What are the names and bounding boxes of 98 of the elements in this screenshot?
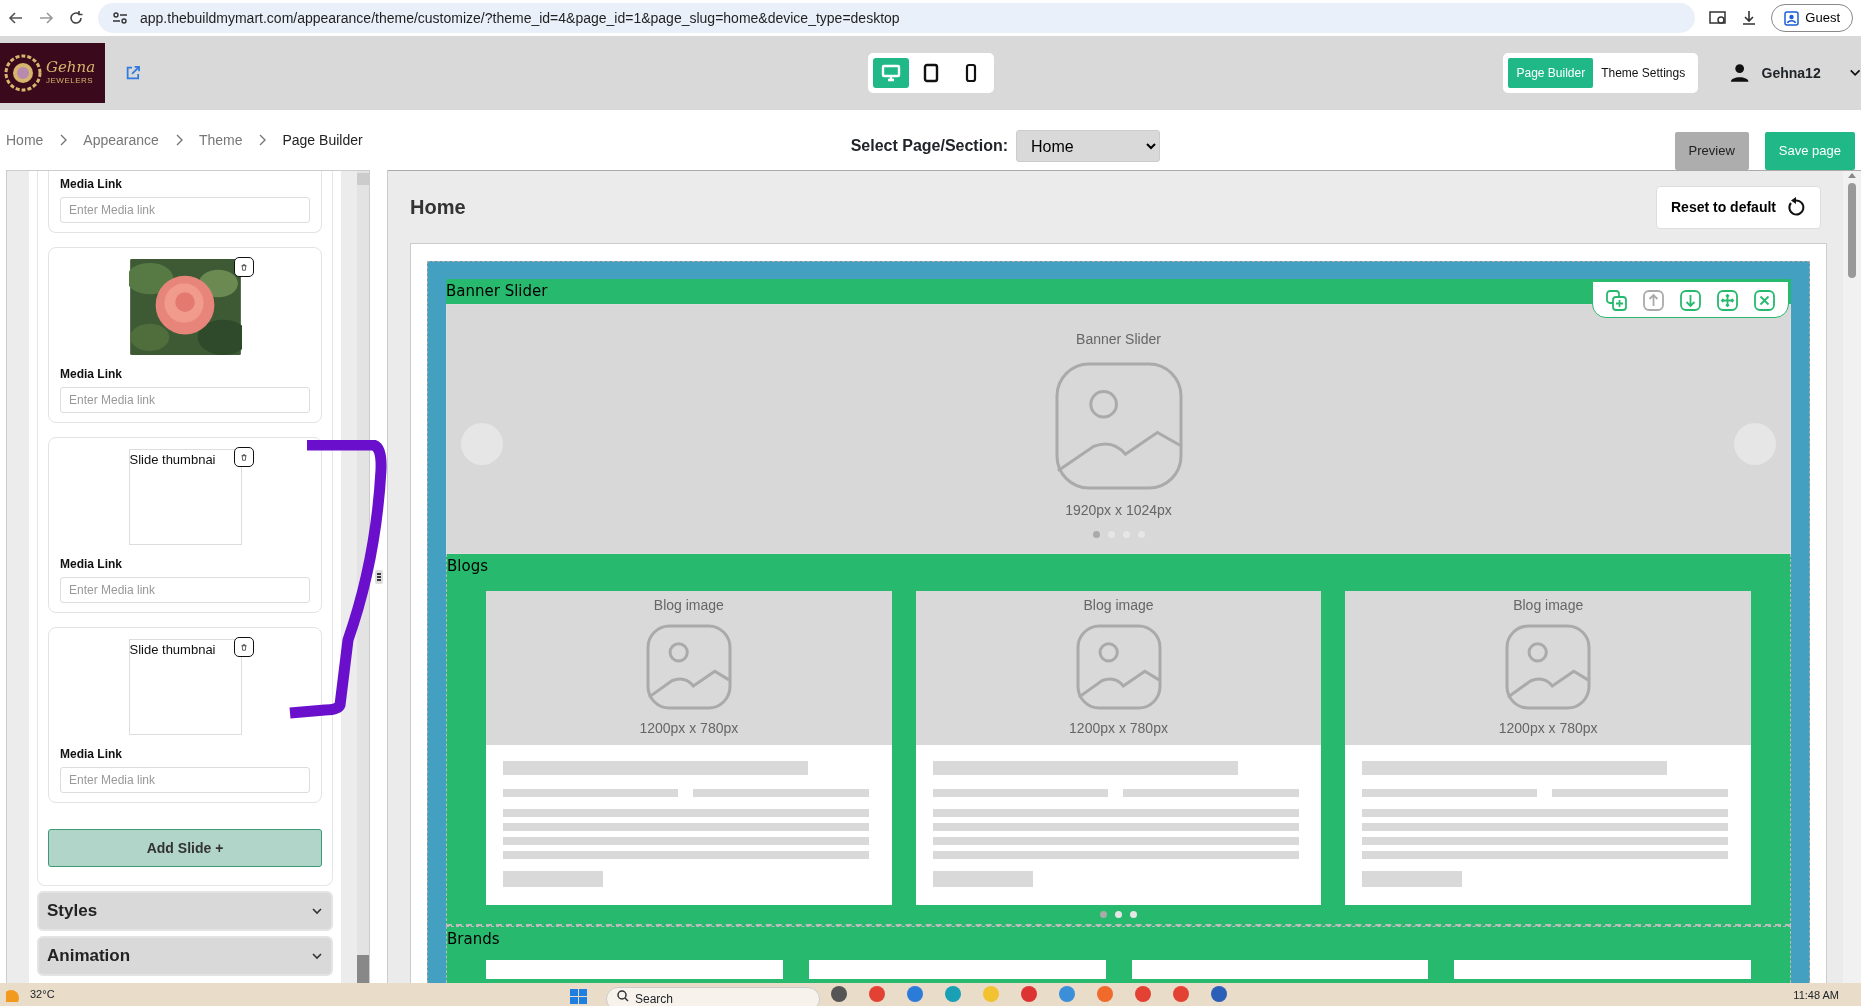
arrow-down-icon-button[interactable]	[1679, 288, 1702, 311]
app-icon[interactable]	[944, 985, 962, 1003]
page-select[interactable]: Home	[1016, 130, 1160, 162]
duplicate-icon	[1605, 289, 1628, 313]
mandala-icon	[4, 54, 42, 92]
scrollbar-thumb[interactable]	[1848, 183, 1856, 278]
media-link-field[interactable]: Enter Media link	[60, 197, 310, 223]
screen-search-icon[interactable]	[1709, 10, 1728, 26]
section-title: Banner Slider	[446, 281, 548, 302]
grip-icon	[376, 572, 381, 581]
close-icon	[1753, 289, 1776, 313]
move-icon-button[interactable]	[1716, 288, 1739, 311]
media-link-field[interactable]: Enter Media link	[60, 577, 310, 603]
chevron-right-icon	[258, 134, 267, 146]
move-icon	[1716, 289, 1739, 313]
delete-button[interactable]	[233, 447, 254, 467]
search-icon	[617, 990, 629, 1002]
broken-image: Slide thumbnai	[128, 449, 242, 545]
download-icon[interactable]	[1741, 10, 1758, 26]
page-title: Home	[410, 195, 466, 220]
search-placeholder: Search	[635, 991, 674, 1006]
banner-caption: Banner Slider	[1076, 330, 1161, 349]
app-icon[interactable]	[1134, 985, 1152, 1003]
breadcrumb-link[interactable]: Theme	[198, 129, 243, 151]
app-icon[interactable]	[868, 985, 886, 1003]
action-button[interactable]: Preview	[1674, 132, 1749, 170]
broken-image: Slide thumbnai	[128, 639, 242, 735]
reset-button[interactable]: Reset to default	[1656, 185, 1821, 229]
image-size-text: 1200px x 780px	[1498, 719, 1598, 738]
media-link-field[interactable]: Enter Media link	[60, 387, 310, 413]
user-icon	[1730, 62, 1750, 84]
accordion-header[interactable]: Styles	[37, 891, 333, 931]
image-size-text: 1200px x 780px	[1069, 719, 1168, 738]
weather-icon	[6, 987, 20, 1002]
app-icon[interactable]	[1058, 985, 1076, 1003]
weather-text: 32°C	[30, 987, 55, 1003]
arrow-down-icon	[1679, 289, 1702, 313]
arrow-up-icon	[1642, 289, 1665, 313]
app-icon[interactable]	[1096, 985, 1114, 1003]
field-label: Media Link	[60, 176, 123, 193]
duplicate-icon-button[interactable]	[1605, 288, 1628, 311]
field-label: Media Link	[60, 366, 123, 383]
scrollbar-thumb[interactable]	[357, 173, 369, 185]
slider-dot[interactable]	[1092, 531, 1100, 538]
accordion-header[interactable]: Animation	[37, 936, 333, 976]
image-size-text: 1920px x 1024px	[1065, 501, 1172, 520]
slider-dot[interactable]	[1130, 911, 1137, 918]
reset-icon	[1786, 197, 1806, 217]
slider-dot[interactable]	[1115, 911, 1122, 918]
image-size-text: 1200px x 780px	[639, 719, 739, 738]
image-placeholder-icon	[1505, 624, 1592, 710]
windows-icon[interactable]	[570, 989, 588, 1005]
media-link-field[interactable]: Enter Media link	[60, 767, 310, 793]
logo-name: Gehna	[46, 59, 96, 75]
image-placeholder-icon	[645, 624, 732, 710]
external-link-icon[interactable]	[124, 64, 141, 82]
chevron-right-icon	[59, 134, 68, 146]
desktop-icon	[881, 63, 902, 83]
site-settings-icon[interactable]	[112, 10, 128, 26]
accordion-title: Styles	[47, 900, 98, 923]
profile-button[interactable]: Guest	[1771, 4, 1853, 32]
app-icon[interactable]	[906, 985, 924, 1003]
profile-icon	[1784, 10, 1800, 26]
section-title: Blogs	[447, 556, 488, 577]
select-label: Select Page/Section:	[850, 136, 1008, 156]
app-icon[interactable]	[830, 985, 848, 1003]
back-icon[interactable]	[8, 10, 24, 26]
slider-dot[interactable]	[1100, 911, 1107, 918]
section-title: Brands	[447, 929, 500, 950]
taskbar-search-field[interactable]: Search	[606, 987, 820, 1006]
delete-button[interactable]	[233, 637, 254, 657]
user-name[interactable]: Gehna12	[1761, 62, 1821, 84]
app-icon[interactable]	[1172, 985, 1190, 1003]
chevron-right-icon	[174, 134, 183, 146]
clock-text: 11:48 AM	[1793, 988, 1839, 1003]
add-slide-button[interactable]: Add Slide +	[48, 829, 322, 867]
app-icon[interactable]	[1020, 985, 1038, 1003]
logo-tagline: JEWELERS	[46, 74, 95, 87]
delete-button[interactable]	[233, 257, 254, 277]
url-text: app.thebuildmymart.com/appearance/theme/customize/?theme_id=4&page_id=1&page_slug=home&device_type=desktop	[140, 8, 900, 28]
breadcrumb-link[interactable]: Appearance	[83, 129, 159, 151]
breadcrumb-link[interactable]: Home	[6, 129, 44, 151]
app-icon[interactable]	[1210, 985, 1228, 1003]
accordion-title: Animation	[47, 945, 131, 968]
image-placeholder-icon	[1075, 624, 1162, 710]
blog-image-caption: Blog image	[1083, 596, 1154, 615]
reload-icon[interactable]	[68, 10, 84, 26]
address-bar[interactable]: app.thebuildmymart.com/appearance/theme/customize/?theme_id=4&page_id=1&page_slug=home&device_type=desktop	[98, 3, 1696, 33]
blog-image-caption: Blog image	[653, 596, 724, 615]
blog-image-caption: Blog image	[1513, 596, 1584, 615]
chevron-down-icon	[311, 905, 323, 917]
forward-icon[interactable]	[38, 10, 54, 26]
chevron-down-icon	[311, 950, 323, 962]
resize-handle[interactable]	[374, 569, 383, 584]
field-label: Media Link	[60, 556, 123, 573]
image-placeholder-icon	[1054, 362, 1183, 490]
close-icon-button[interactable]	[1753, 288, 1776, 311]
field-label: Media Link	[60, 746, 123, 763]
